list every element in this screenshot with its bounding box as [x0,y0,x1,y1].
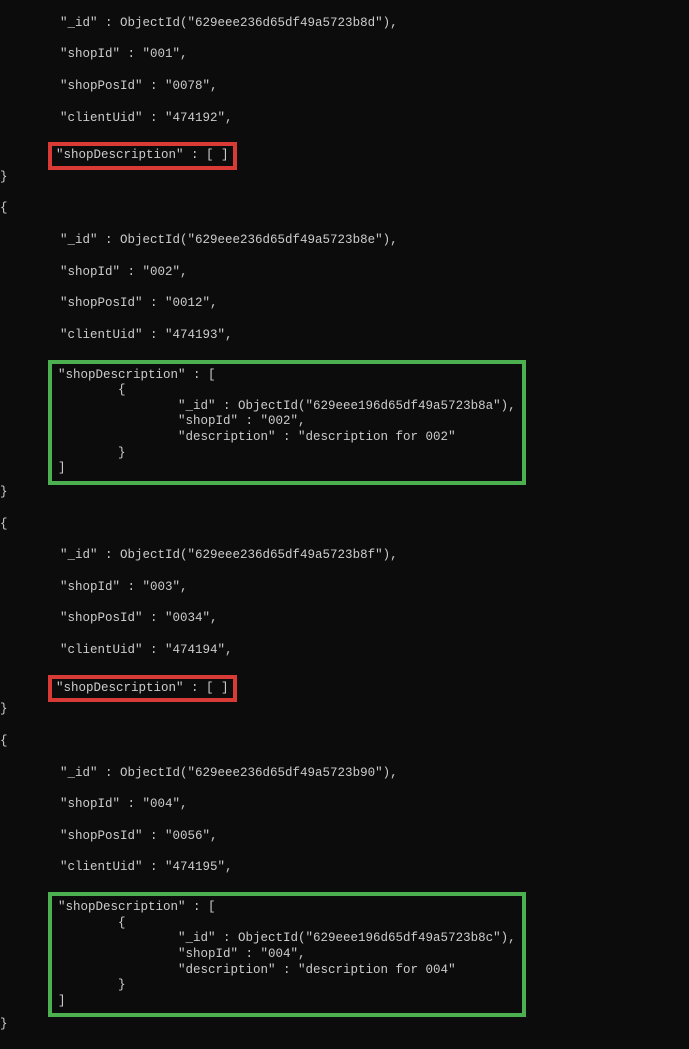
field-shopid: "shopId" : "002", [60,265,188,279]
brace-open: { [0,734,689,750]
code-block: "_id" : ObjectId("629eee236d65df49a5723b… [0,0,689,1049]
field-shopposid: "shopPosId" : "0034", [60,611,218,625]
field-shopposid: "shopPosId" : "0012", [60,296,218,310]
field-id: "_id" : ObjectId("629eee236d65df49a5723b… [60,16,398,30]
field-shopdesc: "shopDescription" : [ ] [56,148,229,162]
field-id: "_id" : ObjectId("629eee236d65df49a5723b… [60,766,398,780]
field-shopdesc: "shopDescription" : [ { "_id" : ObjectId… [58,900,516,1008]
brace-close: } [0,702,689,718]
field-id: "_id" : ObjectId("629eee236d65df49a5723b… [60,548,398,562]
field-clientuid: "clientUid" : "474195", [60,860,233,874]
field-shopposid: "shopPosId" : "0078", [60,79,218,93]
field-shopdesc: "shopDescription" : [ ] [56,681,229,695]
field-shopid: "shopId" : "001", [60,47,188,61]
brace-open: { [0,201,689,217]
highlight-empty-2: "shopDescription" : [ ] [48,675,237,703]
highlight-empty-1: "shopDescription" : [ ] [48,142,237,170]
brace-open: { [0,517,689,533]
brace-close: } [0,1017,689,1033]
field-shopposid: "shopPosId" : "0056", [60,829,218,843]
highlight-filled-2: "shopDescription" : [ { "_id" : ObjectId… [48,892,526,1017]
field-shopid: "shopId" : "004", [60,797,188,811]
field-id: "_id" : ObjectId("629eee236d65df49a5723b… [60,233,398,247]
highlight-filled-1: "shopDescription" : [ { "_id" : ObjectId… [48,360,526,485]
field-clientuid: "clientUid" : "474193", [60,328,233,342]
field-clientuid: "clientUid" : "474194", [60,643,233,657]
brace-close: } [0,170,689,186]
brace-close: } [0,485,689,501]
field-clientuid: "clientUid" : "474192", [60,111,233,125]
field-shopid: "shopId" : "003", [60,580,188,594]
field-shopdesc: "shopDescription" : [ { "_id" : ObjectId… [58,368,516,476]
